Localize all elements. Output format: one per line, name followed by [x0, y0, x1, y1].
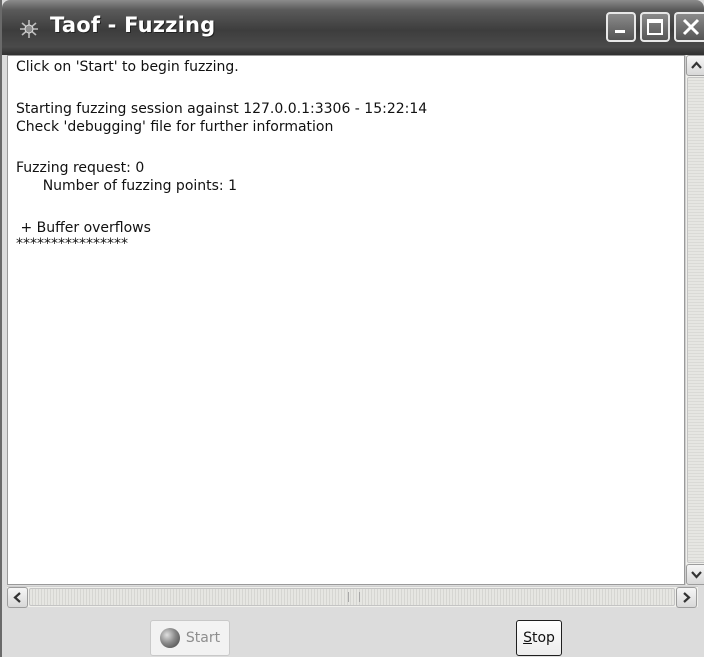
window-title: Taof - Fuzzing [50, 13, 216, 37]
title-bar[interactable]: Taof - Fuzzing [2, 0, 704, 55]
scroll-grip-icon [348, 592, 360, 602]
log-line: **************** [16, 236, 128, 252]
log-line: Starting fuzzing session against 127.0.0… [16, 101, 428, 117]
button-bar: Start Stop [7, 608, 704, 657]
chevron-right-icon [683, 592, 691, 603]
vertical-scrollbar[interactable] [685, 55, 704, 585]
fuzzing-log-output[interactable]: Click on 'Start' to begin fuzzing. Start… [7, 55, 685, 585]
scroll-right-button[interactable] [676, 587, 697, 608]
maximize-icon [647, 19, 663, 35]
log-line: + Buffer overflows [16, 220, 151, 236]
scroll-up-button[interactable] [686, 55, 704, 76]
chevron-left-icon [13, 592, 21, 603]
scroll-left-button[interactable] [7, 587, 28, 608]
stop-button[interactable]: Stop [516, 620, 562, 656]
minimize-button[interactable] [606, 12, 636, 42]
maximize-button[interactable] [640, 12, 670, 42]
minimize-icon [615, 30, 625, 33]
horizontal-scrollbar[interactable] [7, 586, 698, 608]
horizontal-scroll-thumb[interactable] [29, 588, 675, 606]
log-line: Click on 'Start' to begin fuzzing. [16, 59, 239, 75]
close-icon [682, 18, 700, 36]
chevron-down-icon [691, 571, 702, 579]
scroll-down-button[interactable] [686, 564, 704, 585]
start-orb-icon [159, 628, 180, 648]
close-button[interactable] [674, 12, 704, 42]
chevron-up-icon [691, 61, 702, 69]
start-button-label: Start [185, 630, 221, 646]
stop-button-mnemonic: S [523, 630, 532, 646]
log-line: Check 'debugging' file for further infor… [16, 119, 334, 135]
stop-button-label: top [531, 630, 555, 646]
start-button[interactable]: Start [150, 620, 230, 656]
vertical-scroll-thumb[interactable] [687, 77, 704, 563]
log-line: Number of fuzzing points: 1 [16, 178, 238, 194]
log-line: Fuzzing request: 0 [16, 160, 145, 176]
app-icon [18, 18, 40, 40]
fuzzing-window: Taof - Fuzzing Click on 'Start' to begin… [0, 0, 704, 657]
